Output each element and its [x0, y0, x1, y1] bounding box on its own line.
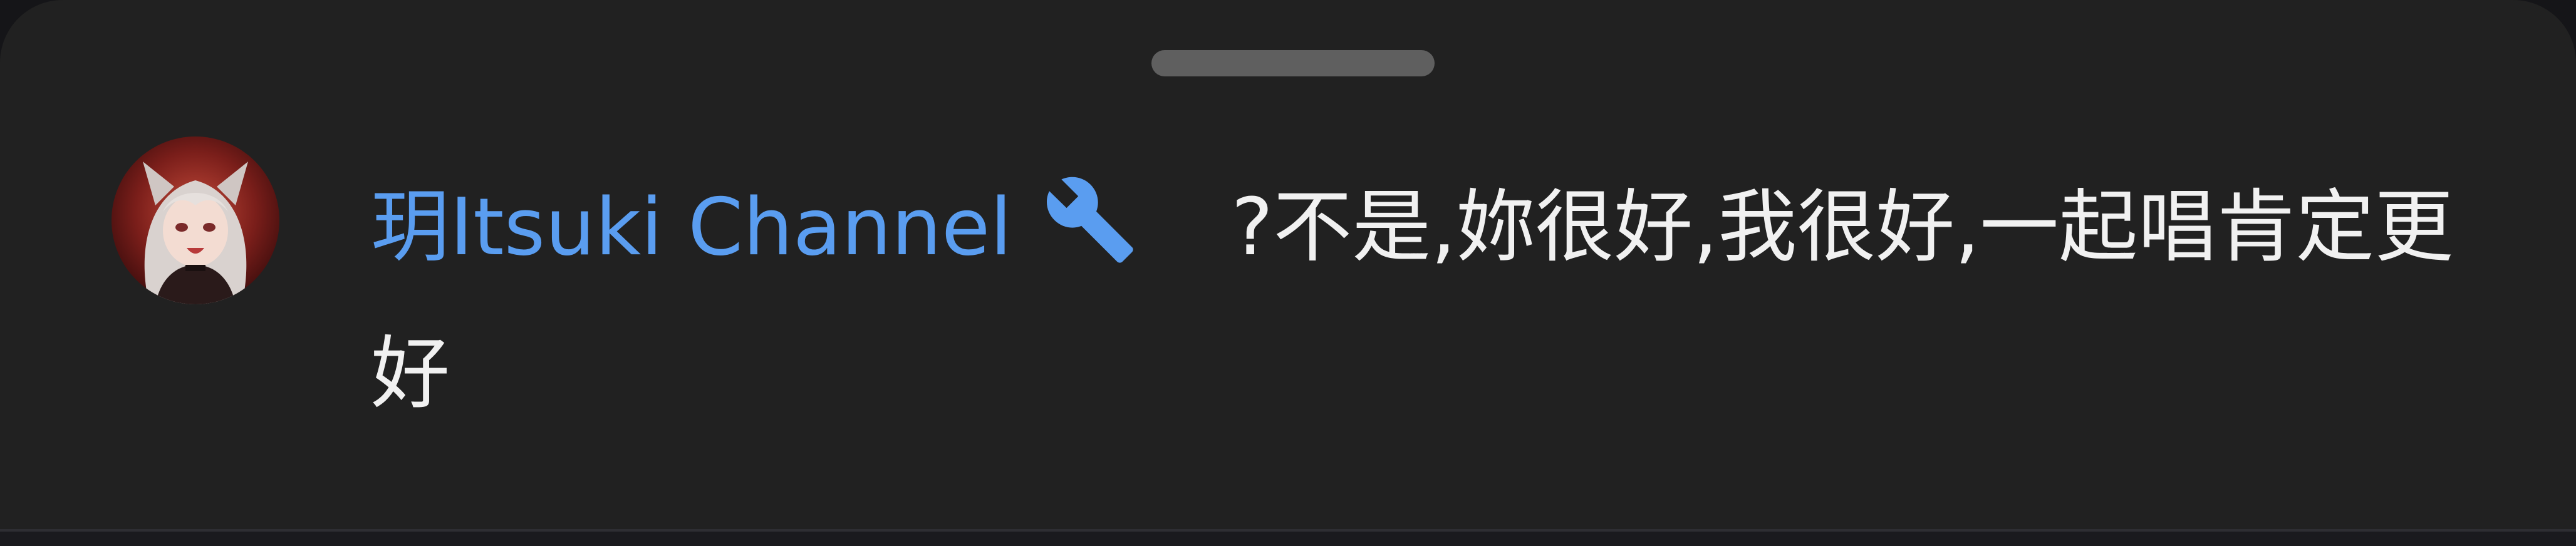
author-name[interactable]: 玥Itsuki Channel	[371, 181, 1012, 273]
chat-message: 玥Itsuki Channel ?不是,妳很好,我很好,一起唱肯定更好	[371, 154, 2488, 447]
drag-handle[interactable]	[1151, 50, 1435, 76]
chat-detail-sheet: 玥Itsuki Channel ?不是,妳很好,我很好,一起唱肯定更好	[0, 0, 2576, 529]
avatar[interactable]	[112, 136, 279, 304]
bottom-divider	[0, 529, 2576, 546]
wrench-icon	[1043, 172, 1137, 265]
